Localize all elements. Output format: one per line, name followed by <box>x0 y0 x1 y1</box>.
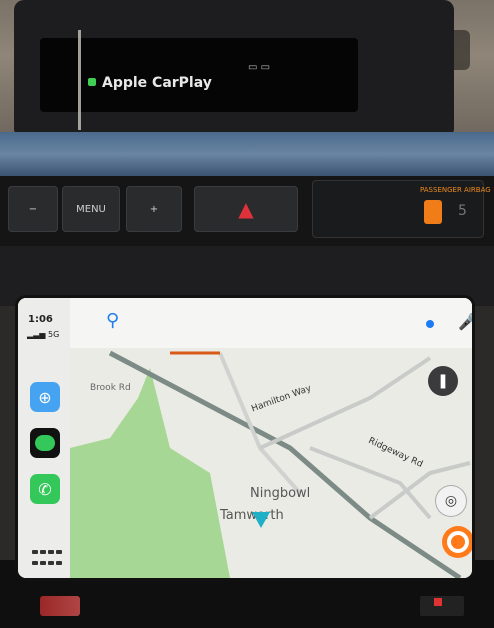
carplay-dock: 1:06 ▂▃▅ 5G ⊕ ✆ <box>18 298 70 578</box>
road-label: Brook Rd <box>90 383 131 393</box>
favorite-dot-icon[interactable] <box>426 320 434 328</box>
status-signal: ▂▃▅ 5G <box>27 330 59 339</box>
current-location-arrow-icon <box>252 512 270 528</box>
destination-button[interactable] <box>442 526 472 558</box>
carplay-green-dot <box>88 78 96 86</box>
map-zoom-button[interactable]: ◎ <box>436 486 466 516</box>
carplay-screen: 1:06 ▂▃▅ 5G ⊕ ✆ Hamilton Way Ridgeway Rd… <box>18 298 472 578</box>
dashboard-lower-panel <box>0 246 494 306</box>
messages-app-icon[interactable] <box>30 428 60 458</box>
top-status-icons: ▭ ▭ <box>248 62 271 73</box>
app-grid-icon[interactable] <box>32 550 62 570</box>
carplay-title: Apple CarPlay <box>102 75 212 91</box>
usb-cable <box>78 30 81 130</box>
hazard-triangle-icon: ▲ <box>238 197 254 221</box>
status-time: 1:06 <box>28 314 53 325</box>
console-object <box>40 596 80 616</box>
side-road <box>218 352 302 495</box>
mic-icon[interactable]: 🎤 <box>458 312 472 331</box>
hazard-button[interactable]: ▲ <box>194 186 298 232</box>
usb-port <box>420 596 464 616</box>
place-label: Ningbowl <box>250 486 311 501</box>
map-compass-button[interactable]: ❚ <box>428 366 458 396</box>
airbag-label: PASSENGER AIRBAG <box>420 186 491 194</box>
airbag-count: 5 <box>458 203 467 219</box>
volume-plus-button[interactable]: + <box>126 186 182 232</box>
passenger-airbag-icon <box>424 200 442 224</box>
signal-bars-icon: ▂▃▅ <box>27 330 46 339</box>
side-road <box>259 356 432 450</box>
search-icon[interactable]: ⚲ <box>106 310 119 331</box>
dashboard-trim <box>0 132 494 176</box>
menu-button[interactable]: MENU <box>62 186 120 232</box>
volume-minus-button[interactable]: − <box>8 186 58 232</box>
carplay-indicator <box>88 75 99 88</box>
phone-app-icon[interactable]: ✆ <box>30 474 60 504</box>
usb-indicator <box>434 598 442 606</box>
park-area <box>70 368 230 578</box>
maps-app-icon[interactable]: ⊕ <box>30 382 60 412</box>
map-search-bar[interactable]: ⚲ 🎤 <box>70 298 472 348</box>
signal-type: 5G <box>48 330 60 339</box>
